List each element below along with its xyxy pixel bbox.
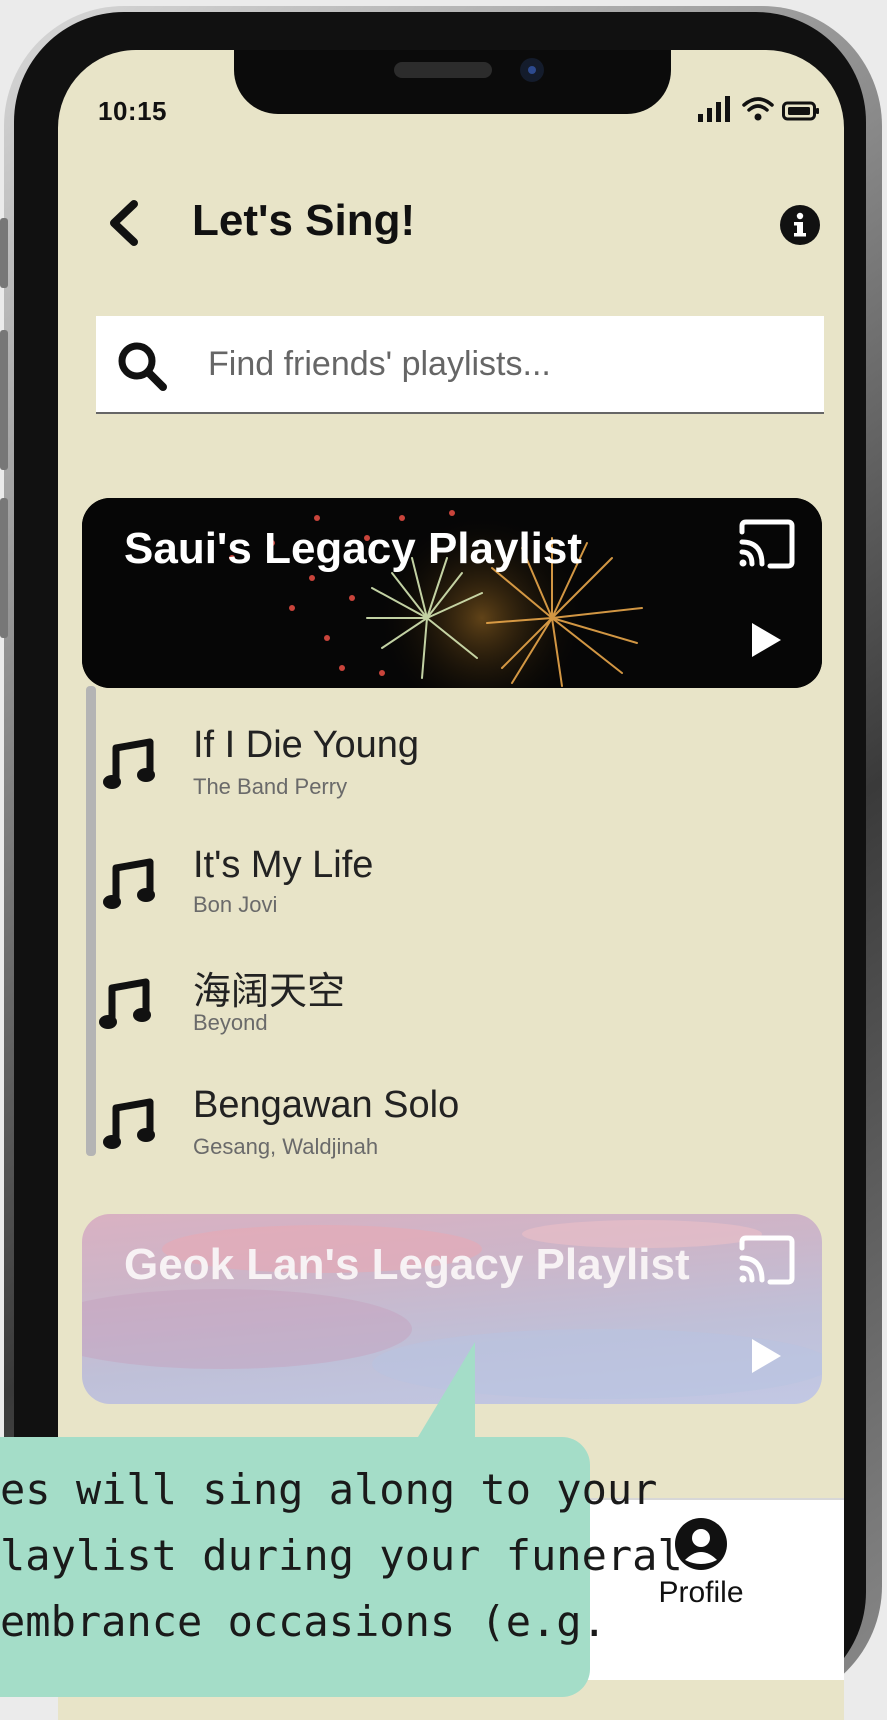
play-icon[interactable] (748, 620, 784, 660)
camera-icon (520, 58, 544, 82)
music-note-icon (103, 858, 155, 909)
song-row[interactable]: 海阔天空 Beyond (58, 948, 798, 1058)
side-button (0, 498, 8, 638)
tooltip-pointer (415, 1342, 475, 1442)
playlist-card[interactable]: Saui's Legacy Playlist (82, 498, 822, 688)
side-button (0, 218, 8, 288)
info-button[interactable] (780, 205, 820, 245)
tooltip-callout: es will sing along to your laylist durin… (0, 1437, 683, 1697)
song-title: It's My Life (193, 844, 374, 886)
signal-icon (698, 96, 730, 122)
playlist-title: Saui's Legacy Playlist (124, 524, 583, 573)
song-artist: The Band Perry (193, 774, 348, 799)
cast-icon[interactable] (736, 518, 798, 570)
cast-icon[interactable] (736, 1234, 798, 1286)
back-button[interactable] (104, 198, 144, 248)
side-button (0, 330, 8, 470)
info-icon (794, 212, 806, 237)
tooltip-line: laylist during your funeral (0, 1531, 683, 1580)
tooltip-line: embrance occasions (e.g. (0, 1597, 607, 1646)
song-row[interactable]: It's My Life Bon Jovi (58, 828, 798, 938)
song-row[interactable]: Bengawan Solo Gesang, Waldjinah (58, 1068, 798, 1178)
wifi-icon (742, 97, 774, 121)
search-bar[interactable] (96, 316, 824, 414)
song-artist: Gesang, Waldjinah (193, 1134, 379, 1159)
status-icons (698, 96, 820, 122)
search-input[interactable] (208, 316, 808, 412)
music-note-icon (103, 1098, 155, 1149)
song-artist: Bon Jovi (193, 892, 278, 917)
music-note-icon (99, 978, 151, 1029)
status-time: 10:15 (98, 96, 167, 126)
play-icon[interactable] (748, 1336, 784, 1376)
tab-profile-label: Profile (658, 1576, 744, 1609)
battery-icon (782, 101, 819, 121)
search-icon (118, 342, 167, 391)
notch (234, 50, 671, 114)
song-title: 海阔天空 (193, 969, 346, 1013)
song-title: Bengawan Solo (193, 1084, 460, 1126)
music-note-icon (103, 738, 155, 789)
song-artist: Beyond (193, 1010, 268, 1035)
page-title: Let's Sing! (192, 196, 416, 245)
speaker (394, 62, 492, 78)
song-title: If I Die Young (193, 724, 420, 766)
playlist-title: Geok Lan's Legacy Playlist (124, 1240, 690, 1289)
song-row[interactable]: If I Die Young The Band Perry (58, 708, 798, 818)
tooltip-line: es will sing along to your (0, 1465, 658, 1514)
